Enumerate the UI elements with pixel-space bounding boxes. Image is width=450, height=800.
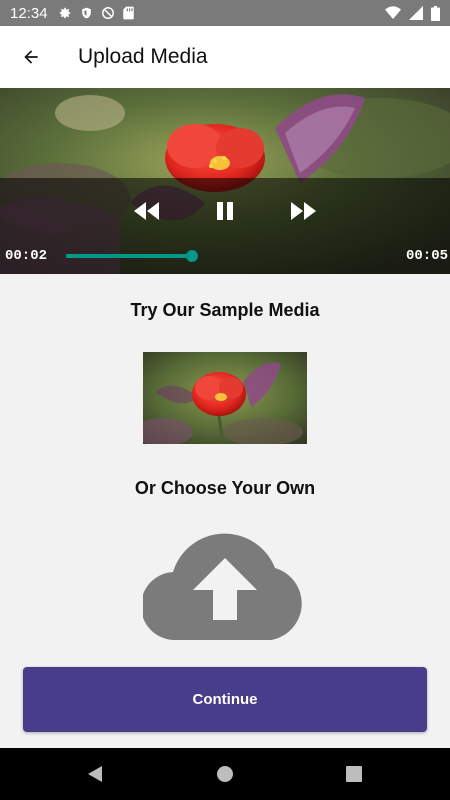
- own-section-title: Or Choose Your Own: [134, 478, 316, 498]
- seek-bar-remaining[interactable]: [192, 254, 400, 258]
- nav-home-icon[interactable]: [216, 765, 234, 783]
- status-icons-left: [58, 6, 134, 20]
- current-time: 00:02: [5, 248, 48, 264]
- wifi-icon: [385, 6, 401, 19]
- page-title: Upload Media: [78, 45, 208, 68]
- arrow-back-icon: [24, 50, 38, 64]
- settings-icon: [59, 7, 70, 19]
- video-player[interactable]: 00:02 00:05: [0, 88, 450, 274]
- player-controls: [0, 178, 450, 274]
- cloud-upload-icon: [140, 533, 302, 641]
- sample-section-title: Try Our Sample Media: [130, 300, 320, 320]
- continue-button[interactable]: Continue: [23, 667, 427, 732]
- rewind-icon[interactable]: [134, 202, 160, 220]
- pause-icon[interactable]: [215, 201, 235, 221]
- shield-icon: [81, 7, 91, 19]
- system-nav-bar: [0, 748, 450, 800]
- seek-bar-progress[interactable]: [66, 254, 192, 258]
- sd-card-icon: [122, 6, 134, 20]
- sync-off-icon: [101, 7, 114, 19]
- nav-recents-icon[interactable]: [346, 766, 362, 782]
- continue-button-label: Continue: [192, 691, 258, 708]
- upload-button[interactable]: [140, 528, 307, 642]
- seek-bar-thumb[interactable]: [186, 250, 198, 262]
- sample-media-thumbnail[interactable]: [143, 352, 307, 444]
- app-bar: Upload Media: [0, 26, 450, 88]
- duration: 00:05: [406, 248, 449, 264]
- status-bar: 12:34: [0, 0, 450, 26]
- back-button[interactable]: [0, 26, 62, 88]
- status-time: 12:34: [10, 4, 48, 22]
- battery-icon: [431, 5, 440, 21]
- nav-back-icon[interactable]: [86, 765, 104, 783]
- fast-forward-icon[interactable]: [290, 202, 316, 220]
- signal-icon: [409, 6, 423, 20]
- sample-media-image: [143, 352, 307, 444]
- status-icons-right: [385, 5, 440, 21]
